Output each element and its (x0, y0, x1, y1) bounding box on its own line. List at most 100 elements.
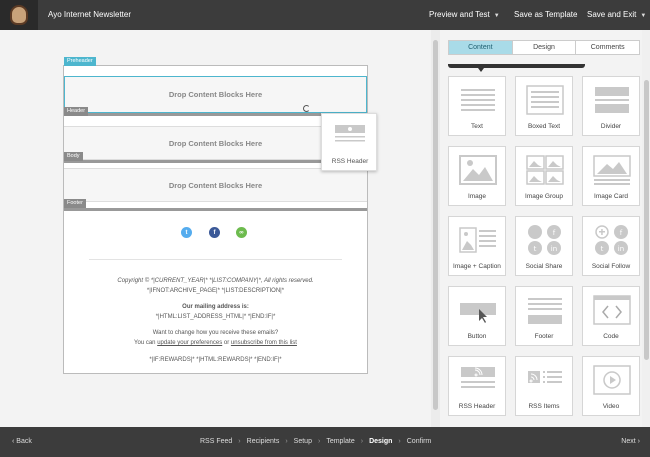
block-label: Image + Caption (453, 263, 501, 270)
next-button[interactable]: Next › (621, 438, 640, 445)
block-image-group[interactable]: Image Group (515, 146, 573, 206)
drag-card-label: RSS Header (331, 158, 369, 165)
facebook-icon[interactable]: f (209, 227, 220, 238)
archive-text: *|IFNOT:ARCHIVE_PAGE|* *|LIST:DESCRIPTIO… (146, 288, 285, 294)
block-divider[interactable]: Divider (582, 76, 640, 136)
image-caption-icon (459, 227, 496, 253)
block-image[interactable]: Image (448, 146, 506, 206)
copyright-text: Copyright © *|CURRENT_YEAR|* *|LIST:COMP… (117, 278, 314, 284)
social-follow-icon: ft in (595, 225, 628, 255)
tab-design[interactable]: Design (513, 41, 577, 54)
block-rss-header[interactable]: RSS Header (448, 356, 506, 416)
mailchimp-logo-icon[interactable] (0, 0, 38, 30)
unsubscribe-link[interactable]: unsubscribe from this list (231, 340, 297, 346)
block-code[interactable]: Code (582, 286, 640, 346)
step-rss-feed[interactable]: RSS Feed (200, 438, 232, 445)
svg-text:t: t (601, 245, 604, 253)
panel-scroll-thumb[interactable] (644, 80, 649, 360)
boxed-text-icon (526, 85, 564, 115)
svg-text:t: t (534, 245, 537, 253)
save-and-exit-button[interactable]: Save and Exit ▼ (587, 10, 646, 19)
twitter-icon[interactable]: t (181, 227, 192, 238)
editor-scroll-thumb[interactable] (433, 40, 438, 410)
step-confirm[interactable]: Confirm (407, 438, 432, 445)
footer-icon (528, 298, 562, 324)
block-label: RSS Items (528, 403, 560, 410)
body-label[interactable]: Body (64, 152, 83, 161)
block-social-follow[interactable]: f t in Social Follow (582, 216, 640, 276)
step-separator-icon: › (285, 438, 288, 445)
image-card-icon (593, 155, 631, 185)
svg-text:in: in (618, 245, 624, 253)
save-exit-label: Save and Exit (587, 10, 637, 19)
rss-header-icon (335, 125, 365, 142)
block-rss-items[interactable]: RSS Items (515, 356, 573, 416)
social-share-icon: ft in (528, 225, 561, 255)
save-as-template-button[interactable]: Save as Template (514, 10, 577, 19)
footer-label[interactable]: Footer (64, 199, 86, 208)
back-label: Back (16, 438, 32, 445)
change-mid: or (222, 340, 231, 346)
block-social-share[interactable]: f t in Social Share (515, 216, 573, 276)
block-label: Social Share (525, 263, 563, 270)
divider-icon (595, 87, 629, 113)
step-separator-icon: › (238, 438, 241, 445)
header-label[interactable]: Header (64, 107, 89, 116)
block-label: Image Group (525, 193, 563, 200)
drop-text: Drop Content Blocks Here (168, 180, 263, 190)
tab-comments[interactable]: Comments (576, 41, 639, 54)
code-icon (593, 295, 631, 325)
block-button[interactable]: Button (448, 286, 506, 346)
change-question: Want to change how you receive these ema… (152, 330, 279, 336)
block-video[interactable]: Video (582, 356, 640, 416)
editor-scrollbar[interactable] (431, 30, 440, 427)
button-icon (460, 303, 496, 323)
block-label: Image (467, 193, 487, 200)
top-bar: Ayo Internet Newsletter Preview and Test… (0, 0, 650, 30)
block-label: RSS Header (458, 403, 496, 410)
tab-content[interactable]: Content (449, 41, 513, 54)
mailing-address: *|HTML:LIST_ADDRESS_HTML|* *|END:IF|* (155, 314, 276, 320)
link-icon[interactable]: ∞ (236, 227, 247, 238)
preview-and-test-button[interactable]: Preview and Test ▼ (429, 10, 500, 19)
block-label: Video (602, 403, 620, 410)
next-label: Next (621, 438, 636, 445)
block-label: Button (467, 333, 487, 340)
block-image-caption[interactable]: Image + Caption (448, 216, 506, 276)
block-label: Boxed Text (527, 123, 561, 130)
block-label: Image Card (594, 193, 628, 200)
panel-tabs: Content Design Comments (448, 40, 640, 55)
update-preferences-link[interactable]: update your preferences (157, 340, 222, 346)
image-icon (459, 155, 497, 185)
drop-text: Drop Content Blocks Here (168, 138, 263, 148)
block-boxed-text[interactable]: Boxed Text (515, 76, 573, 136)
email-template: Preheader Drop Content Blocks Here Heade… (63, 57, 368, 374)
step-template[interactable]: Template (326, 438, 354, 445)
block-label: Text (471, 123, 483, 130)
block-label: Social Follow (591, 263, 631, 270)
step-setup[interactable]: Setup (294, 438, 312, 445)
block-label: Code (603, 333, 619, 340)
drop-text: Drop Content Blocks Here (168, 90, 263, 99)
change-prefix: You can (134, 340, 158, 346)
panel-scrollbar[interactable] (642, 30, 650, 427)
loading-spinner-icon (303, 105, 310, 112)
block-text[interactable]: Text (448, 76, 506, 136)
preheader-dropzone[interactable]: Drop Content Blocks Here (64, 76, 367, 113)
image-group-icon (526, 155, 564, 185)
dragged-rss-header-block[interactable]: RSS Header (321, 113, 377, 171)
campaign-title: Ayo Internet Newsletter (48, 10, 132, 19)
block-footer[interactable]: Footer (515, 286, 573, 346)
chevron-left-icon: ‹ (12, 438, 15, 445)
tab-pointer (448, 64, 585, 72)
footer-dropzone[interactable]: Drop Content Blocks Here (64, 168, 367, 202)
preheader-label[interactable]: Preheader (64, 57, 96, 66)
step-recipients[interactable]: Recipients (247, 438, 280, 445)
footer-content[interactable]: t f ∞ Copyright © *|CURRENT_YEAR|* *|LIS… (64, 211, 367, 374)
back-button[interactable]: ‹ Back (12, 438, 32, 445)
text-block-icon (461, 89, 495, 111)
block-image-card[interactable]: Image Card (582, 146, 640, 206)
step-design[interactable]: Design (369, 438, 392, 445)
video-icon (593, 365, 631, 395)
chevron-right-icon: › (637, 438, 640, 445)
